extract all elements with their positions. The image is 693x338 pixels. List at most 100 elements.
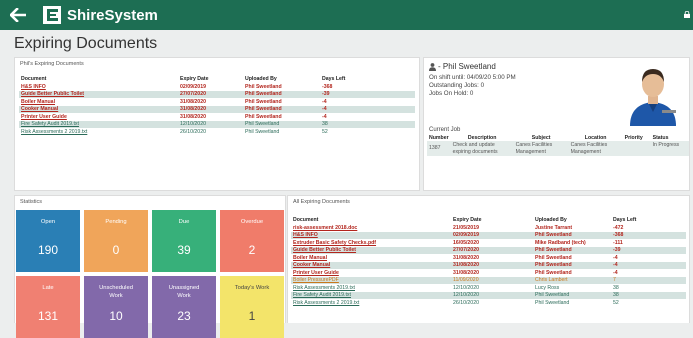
- table-row[interactable]: Risk Assessments 2 2019.txt 26/10/2020 Phi…: [291, 299, 686, 307]
- table-row[interactable]: Printer User Guide 31/08/2020 Phil Sweetla…: [19, 113, 415, 121]
- days-left-cell: 52: [611, 299, 686, 307]
- expiry-date-cell: 11/09/2020: [451, 276, 533, 284]
- expiry-date: 26/10/2020: [180, 128, 206, 135]
- days-left: -39: [322, 91, 330, 98]
- column-header-expiry-date[interactable]: Expiry Date: [451, 216, 533, 224]
- expiry-date-cell: 31/08/2020: [178, 98, 243, 106]
- document-link[interactable]: Boiler Manual: [21, 99, 55, 105]
- job-location: Canes Facilities Management: [568, 141, 623, 156]
- days-left: -472: [613, 224, 624, 231]
- current-job-row[interactable]: 1387 Check and update expiring documents…: [427, 141, 689, 156]
- stat-tile-open[interactable]: Open 190: [16, 210, 80, 272]
- column-header-days-left[interactable]: Days Left: [611, 216, 686, 224]
- days-left: 52: [322, 128, 328, 135]
- stat-tile-late[interactable]: Late 131: [16, 276, 80, 338]
- uploaded-by: Phil Sweetland: [245, 83, 282, 90]
- column-header-document[interactable]: Document: [291, 216, 451, 224]
- column-header-document[interactable]: Document: [19, 75, 178, 83]
- column-header-expiry-date[interactable]: Expiry Date: [178, 75, 243, 83]
- stat-tile-due[interactable]: Due 39: [152, 210, 216, 272]
- table-row[interactable]: Printer User Guide 31/08/2020 Phil Sweetla…: [291, 269, 686, 277]
- document-link[interactable]: Fire Safety Audit 2019.txt: [293, 292, 351, 298]
- lock-icon[interactable]: [684, 11, 690, 18]
- document-link[interactable]: risk-assessment 2018.doc: [293, 225, 357, 231]
- document-link-cell: Boiler Manual: [19, 98, 178, 106]
- days-left-cell: -39: [320, 90, 415, 98]
- document-link-cell: Risk Assessments 2 2019.txt: [19, 128, 178, 136]
- stat-tile-unscheduled-work[interactable]: Unscheduled Work 10: [84, 276, 148, 338]
- stat-tile-overdue[interactable]: Overdue 2: [220, 210, 284, 272]
- days-left: -4: [613, 262, 618, 269]
- document-link-cell: Boiler Manual: [291, 254, 451, 262]
- document-link-cell: Fire Safety Audit 2019.txt: [19, 120, 178, 128]
- document-link[interactable]: Cooker Manual: [21, 106, 58, 112]
- expiry-date: 31/08/2020: [180, 113, 206, 120]
- document-link[interactable]: Printer User Guide: [21, 114, 67, 120]
- stat-tile-unassigned-work[interactable]: Unassigned Work 23: [152, 276, 216, 338]
- document-link[interactable]: Risk Assessments 2 2019.txt: [293, 300, 359, 306]
- days-left-cell: -4: [611, 269, 686, 277]
- days-left: -111: [613, 239, 623, 246]
- expiry-date: 31/08/2020: [180, 98, 206, 105]
- table-row[interactable]: Fire Safety Audit 2019.txt 12/10/2020 Phil…: [291, 291, 686, 299]
- table-row[interactable]: Fire Safety Audit 2019.txt 12/10/2020 Phil…: [19, 120, 415, 128]
- table-row[interactable]: Risk Assessments 2 2019.txt 26/10/2020 Phi…: [19, 128, 415, 136]
- phil-documents-table: Document Expiry Date Uploaded By Days Le…: [19, 75, 415, 136]
- document-link[interactable]: Boiler Manual: [293, 255, 327, 261]
- document-link[interactable]: H&S INFO: [21, 84, 46, 90]
- table-row[interactable]: Extruder Basic Safety Checks.pdf 16/05/20…: [291, 239, 686, 247]
- document-link[interactable]: Cooker Manual: [293, 262, 330, 268]
- document-link[interactable]: Risk Assessments 2 2019.txt: [21, 129, 87, 135]
- table-row[interactable]: Guide Better Public Toilet 27/07/2020 Phil…: [291, 246, 686, 254]
- expiry-date: 02/09/2019: [180, 83, 206, 90]
- table-row[interactable]: Risk Assessments 2019.txt 12/10/2020 Lucy …: [291, 284, 686, 292]
- app-logo[interactable]: ShireSystem: [43, 6, 158, 24]
- column-header-uploaded-by[interactable]: Uploaded By: [243, 75, 320, 83]
- uploaded-by: Phil Sweetland: [535, 299, 570, 306]
- expiry-date-cell: 26/10/2020: [451, 299, 533, 307]
- uploaded-by: Phil Sweetland: [245, 113, 282, 120]
- document-link-cell: risk-assessment 2018.doc: [291, 224, 451, 232]
- document-link-cell: H&S INFO: [291, 231, 451, 239]
- stat-value: 190: [37, 243, 59, 257]
- expiry-date: 31/08/2020: [453, 269, 479, 276]
- document-link[interactable]: Risk Assessments 2019.txt: [293, 285, 355, 291]
- document-link-cell: Boiler PressurePDF: [291, 276, 451, 284]
- column-header-uploaded-by[interactable]: Uploaded By: [533, 216, 611, 224]
- stat-tile-pending[interactable]: Pending 0: [84, 210, 148, 272]
- back-arrow-icon[interactable]: [7, 4, 29, 26]
- expiry-date-cell: 02/09/2019: [178, 83, 243, 91]
- expiry-date-cell: 12/10/2020: [178, 120, 243, 128]
- document-link[interactable]: Boiler PressurePDF: [293, 277, 339, 283]
- expiry-date-cell: 31/08/2020: [451, 254, 533, 262]
- days-left: -39: [613, 247, 621, 254]
- table-row[interactable]: Guide Better Public Toilet 27/07/2020 Phil…: [19, 90, 415, 98]
- table-row[interactable]: Cooker Manual 31/08/2020 Phil Sweetland -4: [291, 261, 686, 269]
- document-link[interactable]: Printer User Guide: [293, 270, 339, 276]
- document-link[interactable]: Fire Safety Audit 2019.txt: [21, 121, 79, 127]
- document-link[interactable]: Guide Better Public Toilet: [21, 91, 84, 97]
- days-left: 38: [613, 284, 619, 291]
- table-row[interactable]: risk-assessment 2018.doc 21/05/2019 Justin…: [291, 224, 686, 232]
- days-left-cell: 7: [611, 276, 686, 284]
- stat-tile-today-s-work[interactable]: Today's Work 1: [220, 276, 284, 338]
- expiry-date: 31/08/2020: [453, 254, 479, 261]
- logo-mark-icon: [43, 6, 61, 24]
- stat-label: Unassigned Work: [168, 285, 200, 299]
- table-row[interactable]: Cooker Manual 31/08/2020 Phil Sweetland -4: [19, 105, 415, 113]
- expiry-date-cell: 27/07/2020: [451, 246, 533, 254]
- table-row[interactable]: Boiler Manual 31/08/2020 Phil Sweetland -4: [19, 98, 415, 106]
- days-left-cell: 38: [320, 120, 415, 128]
- table-row[interactable]: Boiler PressurePDF 11/09/2020 Chris Lamber…: [291, 276, 686, 284]
- document-link[interactable]: Extruder Basic Safety Checks.pdf: [293, 240, 376, 246]
- table-row[interactable]: H&S INFO 02/09/2019 Phil Sweetland -368: [291, 231, 686, 239]
- app-name: ShireSystem: [67, 6, 158, 24]
- column-header-days-left[interactable]: Days Left: [320, 75, 415, 83]
- all-documents-table: Document Expiry Date Uploaded By Days Le…: [291, 216, 686, 307]
- table-row[interactable]: H&S INFO 02/09/2019 Phil Sweetland -368: [19, 83, 415, 91]
- table-row[interactable]: Boiler Manual 31/08/2020 Phil Sweetland -4: [291, 254, 686, 262]
- document-link[interactable]: Guide Better Public Toilet: [293, 247, 356, 253]
- document-link[interactable]: H&S INFO: [293, 232, 318, 238]
- document-link-cell: Risk Assessments 2 2019.txt: [291, 299, 451, 307]
- days-left-cell: -368: [611, 231, 686, 239]
